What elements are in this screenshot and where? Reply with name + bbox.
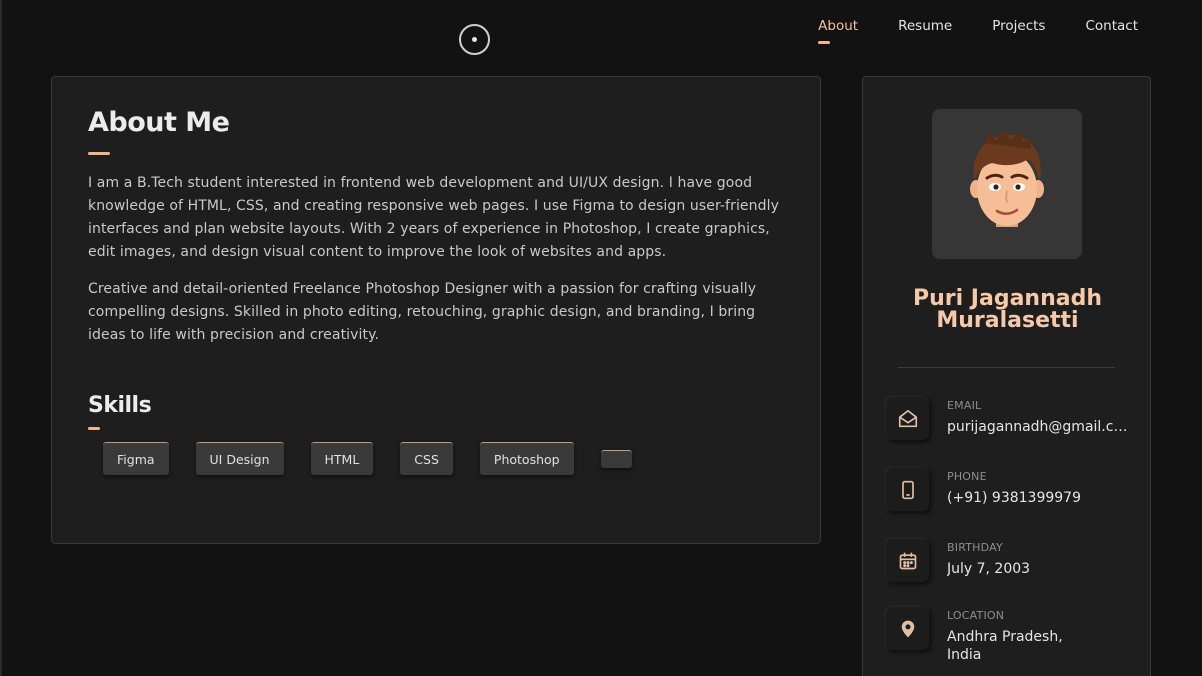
- birthday-value: July 7, 2003: [947, 561, 1031, 577]
- about-paragraph-2: Creative and detail-oriented Freelance P…: [88, 281, 757, 343]
- about-paragraph-1: I am a B.Tech student interested in fron…: [88, 175, 779, 260]
- skill-tag-empty: [600, 450, 632, 468]
- avatar: [932, 109, 1082, 259]
- profile-sidebar: Puri Jagannadh Muralasetti EMAIL purijag…: [862, 76, 1151, 676]
- contact-label: LOCATION: [947, 609, 1005, 622]
- contact-label: BIRTHDAY: [947, 541, 1003, 554]
- skill-tag-ui-design: UI Design: [195, 442, 284, 475]
- contact-email: EMAIL purijagannadh@gmail.com: [886, 397, 1130, 440]
- skills-underline: [88, 427, 100, 430]
- nav-resume[interactable]: Resume: [898, 18, 952, 40]
- phone-link[interactable]: (+91) 9381399979: [947, 489, 1130, 507]
- contact-location: LOCATION Andhra Pradesh, India: [886, 607, 1087, 664]
- nav-projects[interactable]: Projects: [992, 18, 1045, 40]
- profile-divider: [898, 367, 1115, 368]
- email-link[interactable]: purijagannadh@gmail.com: [947, 418, 1130, 436]
- location-value: Andhra Pradesh, India: [947, 629, 1063, 663]
- skill-tag-figma: Figma: [103, 442, 169, 475]
- phone-icon: [886, 468, 929, 511]
- contact-label: EMAIL: [947, 399, 982, 412]
- profile-name: Puri Jagannadh Muralasetti: [912, 286, 1103, 333]
- cursor-indicator: [459, 24, 490, 55]
- title-underline: [88, 152, 110, 155]
- page-title: About Me: [88, 107, 230, 138]
- about-card: About Me I am a B.Tech student intereste…: [51, 76, 821, 544]
- skill-tag-html: HTML: [310, 442, 374, 475]
- location-pin-icon: [886, 607, 929, 650]
- contact-label: PHONE: [947, 470, 987, 483]
- contact-birthday: BIRTHDAY July 7, 2003: [886, 539, 1130, 582]
- skills-list: Figma UI Design HTML CSS Photoshop: [88, 442, 784, 475]
- top-nav: About Resume Projects Contact: [818, 18, 1138, 44]
- calendar-icon: [886, 539, 929, 582]
- nav-contact[interactable]: Contact: [1085, 18, 1138, 40]
- skills-title: Skills: [88, 393, 152, 418]
- contact-phone: PHONE (+91) 9381399979: [886, 468, 1130, 511]
- skill-tag-photoshop: Photoshop: [479, 442, 574, 475]
- skill-tag-css: CSS: [400, 442, 453, 475]
- nav-about[interactable]: About: [818, 18, 858, 44]
- envelope-open-icon: [886, 397, 929, 440]
- avatar-illustration: [970, 129, 1044, 227]
